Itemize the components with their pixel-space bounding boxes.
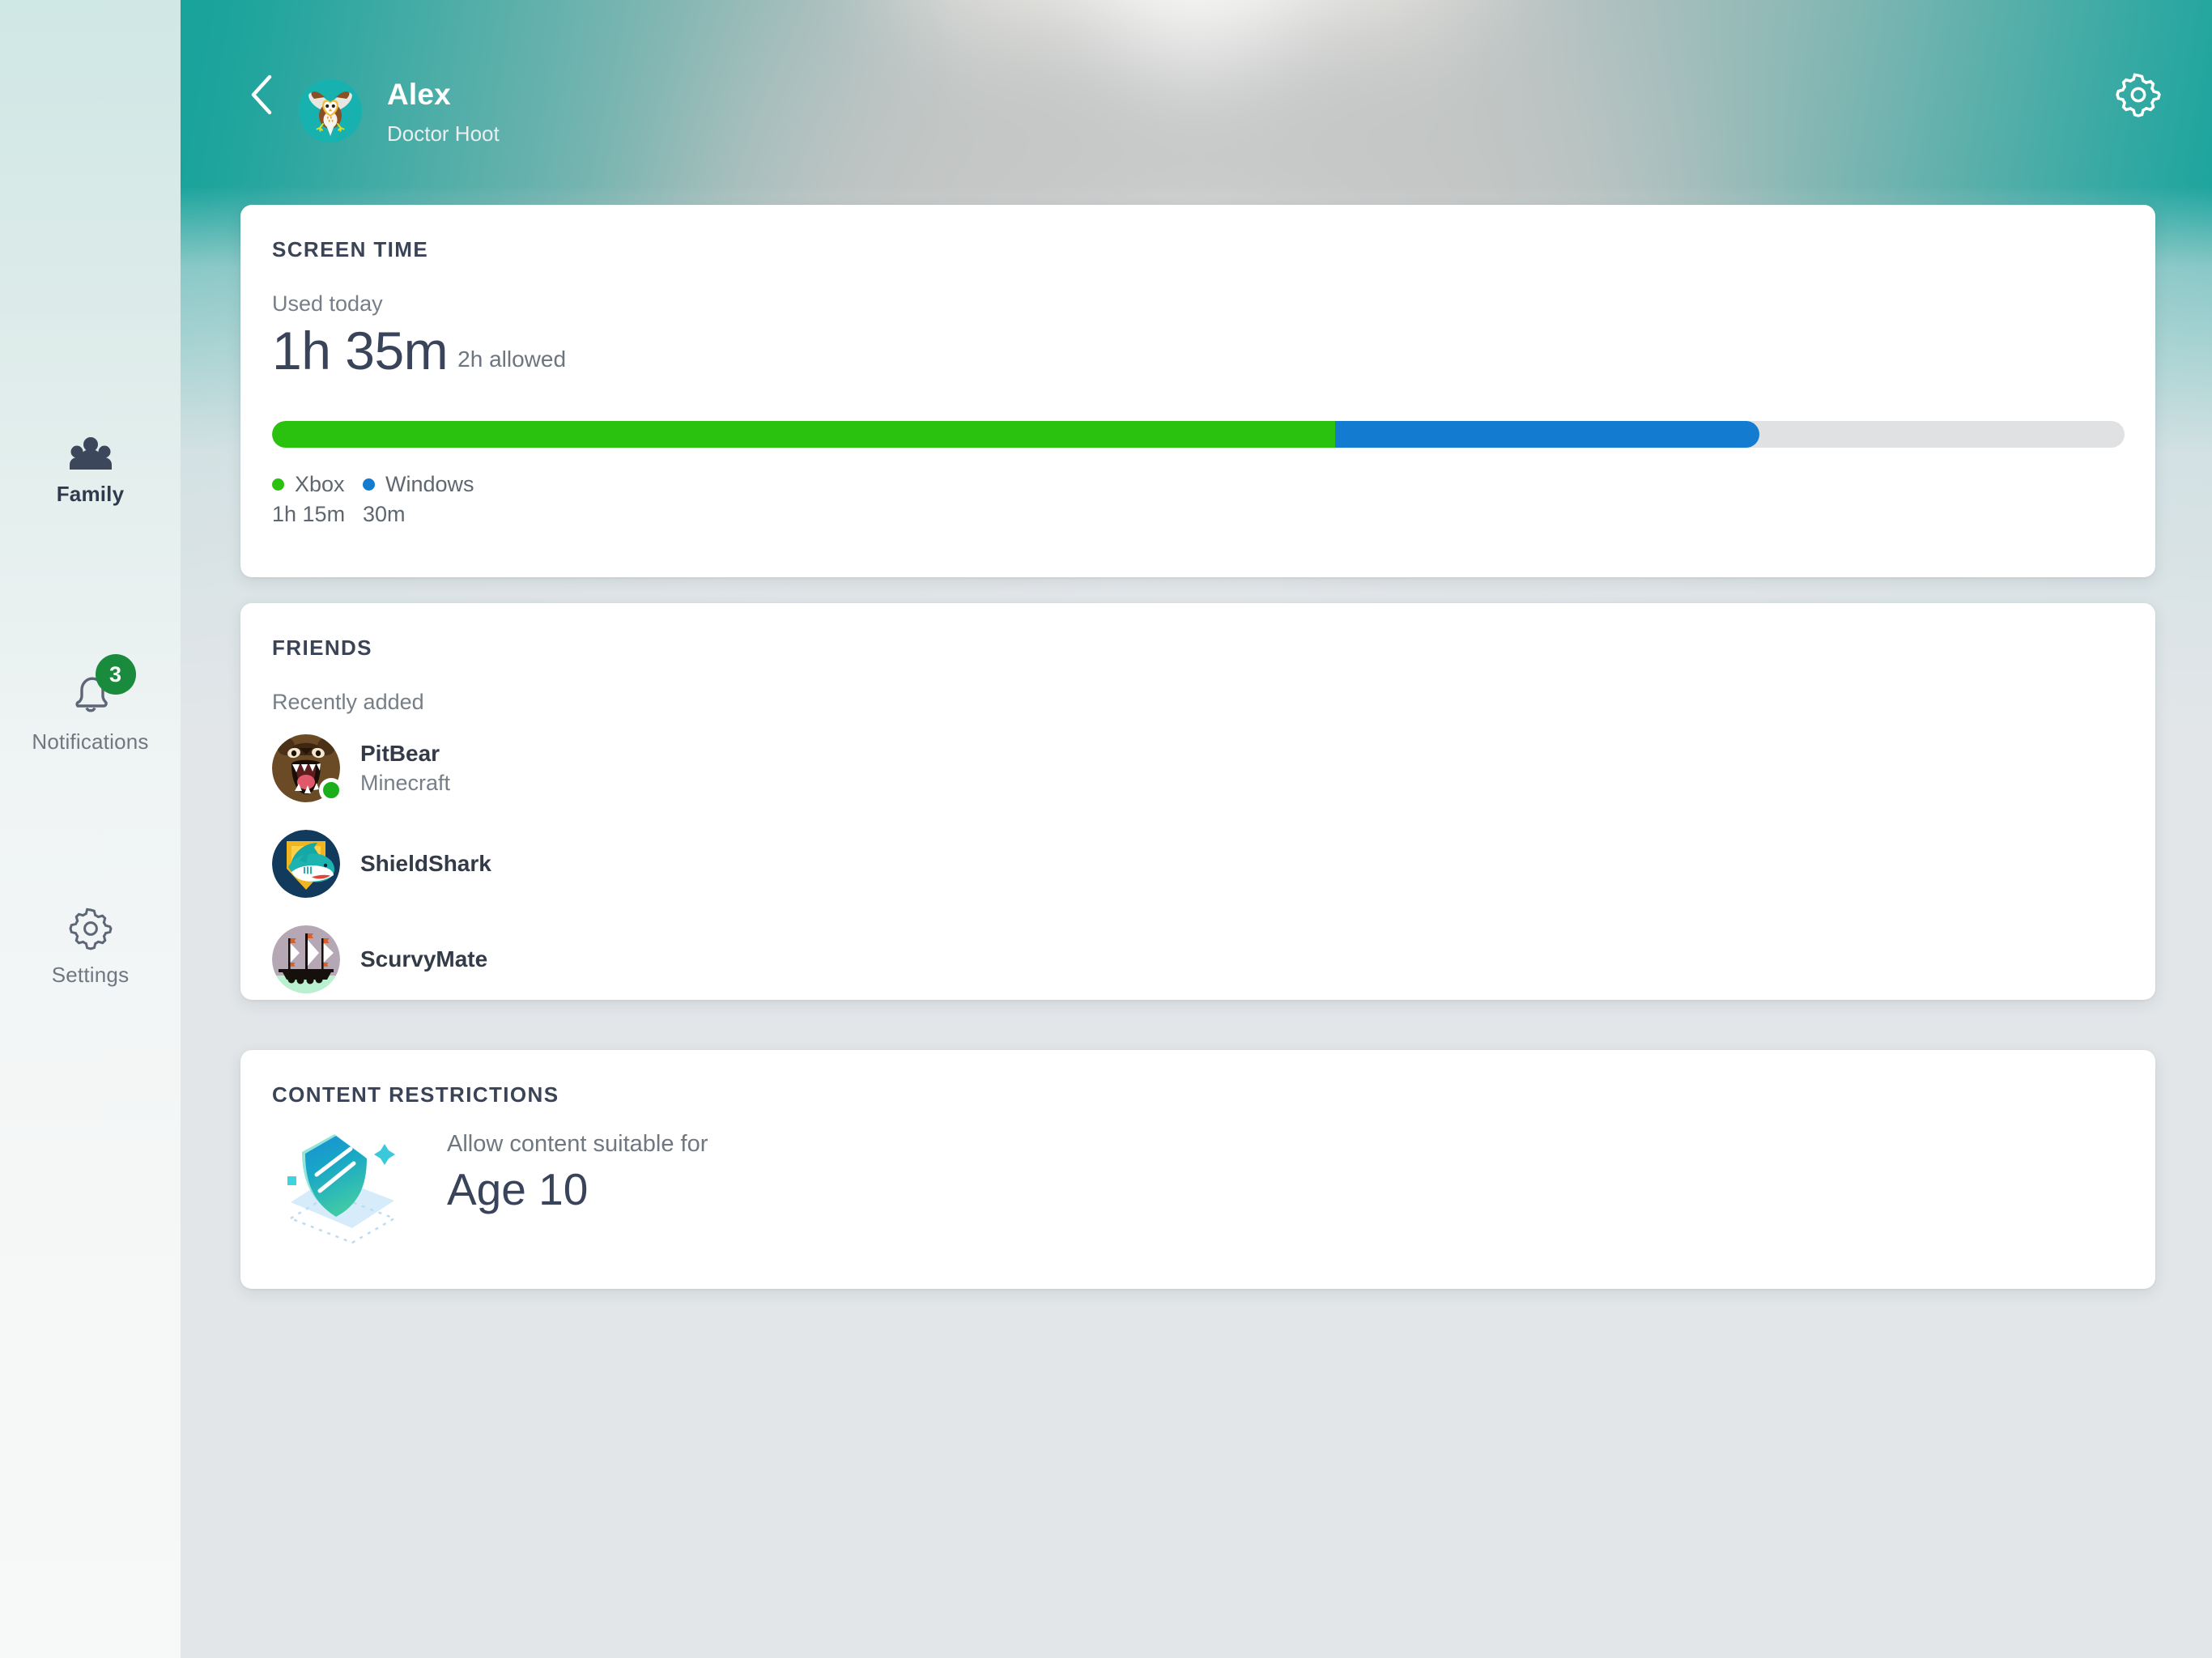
legend-label: Xbox <box>295 472 345 496</box>
legend-value: 30m <box>363 502 406 526</box>
back-button[interactable] <box>240 73 283 117</box>
owl-avatar-icon <box>299 79 362 142</box>
sidebar-item-label: Settings <box>51 963 130 987</box>
gear-icon <box>2116 73 2161 117</box>
list-item[interactable]: ShieldShark <box>272 824 920 903</box>
progress-segment-xbox <box>272 421 1336 448</box>
friend-name: ShieldShark <box>360 851 491 876</box>
friend-status: Minecraft <box>360 771 451 795</box>
legend-dot-windows <box>363 478 375 491</box>
avatar[interactable] <box>272 830 340 898</box>
bell-icon: 3 <box>66 654 136 721</box>
content-restrictions-card: CONTENT RESTRICTIONS Allow content suita… <box>240 1050 2155 1289</box>
legend-item-windows: Windows 30m <box>363 472 474 527</box>
legend-label: Windows <box>385 472 474 496</box>
sidebar-item-label: Notifications <box>32 729 149 754</box>
gear-icon <box>68 907 113 954</box>
shield-icon <box>273 1113 423 1255</box>
screen-time-card: SCREEN TIME Used today 1h 35m 2h allowed… <box>240 205 2155 577</box>
friend-name: ScurvyMate <box>360 946 488 971</box>
gamertag: Doctor Hoot <box>387 121 500 146</box>
list-item[interactable]: ScurvyMate <box>272 920 920 999</box>
shark-shield-avatar-icon <box>272 830 340 898</box>
content-restrictions-label: Allow content suitable for <box>447 1131 708 1157</box>
legend-value: 1h 15m <box>272 502 346 526</box>
card-title: FRIENDS <box>272 636 372 660</box>
card-title: CONTENT RESTRICTIONS <box>272 1082 559 1107</box>
content-restrictions-value: Age 10 <box>447 1164 589 1214</box>
friend-name: PitBear <box>360 741 440 766</box>
pirate-ship-avatar-icon <box>272 925 340 993</box>
online-status-indicator <box>319 778 343 802</box>
sidebar-item-family[interactable]: Family <box>0 437 181 507</box>
legend-item-xbox: Xbox 1h 15m <box>272 472 363 527</box>
header-settings-button[interactable] <box>2116 72 2161 117</box>
sidebar-item-notifications[interactable]: 3 Notifications <box>0 654 181 755</box>
list-item[interactable]: PitBear Minecraft <box>272 729 920 808</box>
avatar[interactable] <box>272 925 340 993</box>
notification-badge: 3 <box>95 654 136 695</box>
app-root: Family 3 Notifications Settings Alex Doc… <box>0 0 2212 1658</box>
card-title: SCREEN TIME <box>272 237 429 261</box>
avatar[interactable] <box>299 79 362 142</box>
screen-time-progress-bar <box>272 421 2125 448</box>
sidebar-item-label: Family <box>56 482 125 506</box>
used-today-row: 1h 35m 2h allowed <box>272 324 566 377</box>
page-title: Alex <box>387 78 451 111</box>
allowed-value: 2h allowed <box>457 346 567 372</box>
sidebar: Family 3 Notifications Settings <box>0 0 181 1658</box>
screen-time-legend: Xbox 1h 15m Windows 30m <box>272 472 474 527</box>
sidebar-item-settings[interactable]: Settings <box>0 907 181 988</box>
legend-dot-xbox <box>272 478 284 491</box>
friends-list: PitBear Minecraft ShieldShark ScurvyMate <box>272 729 920 1015</box>
avatar[interactable] <box>272 734 343 802</box>
family-icon <box>69 437 112 474</box>
chevron-left-icon <box>251 74 272 115</box>
used-today-label: Used today <box>272 291 383 316</box>
used-today-value: 1h 35m <box>272 321 449 380</box>
progress-segment-windows <box>1335 421 1760 448</box>
friends-subtitle: Recently added <box>272 690 424 714</box>
profile-header: Alex Doctor Hoot <box>181 0 2212 186</box>
friends-card: FRIENDS Recently added PitBear Minecraft… <box>240 603 2155 1000</box>
